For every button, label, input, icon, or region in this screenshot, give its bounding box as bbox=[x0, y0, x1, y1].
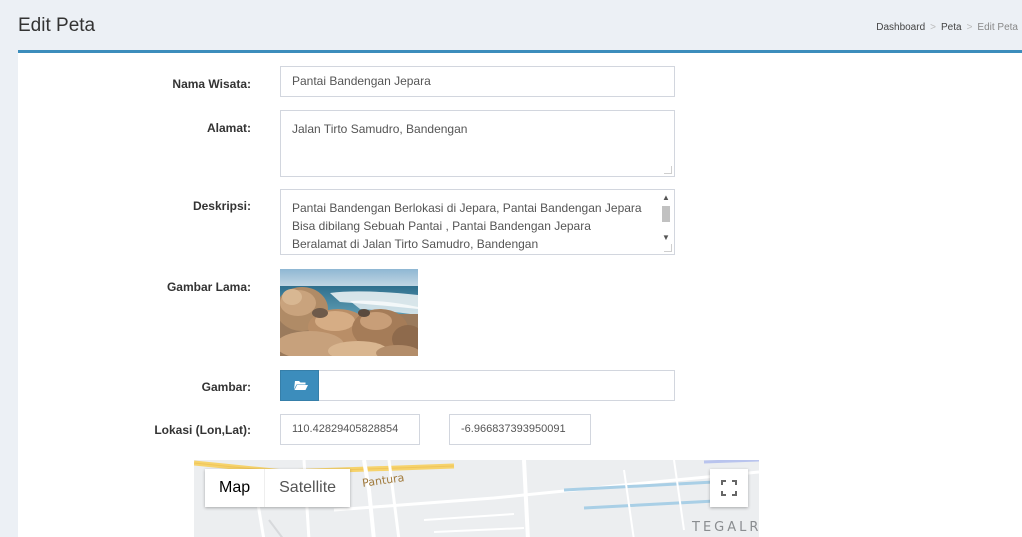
longitude-input[interactable]: 110.42829405828854 bbox=[280, 414, 420, 445]
page-title: Edit Peta bbox=[18, 15, 96, 36]
breadcrumb-peta[interactable]: Peta bbox=[941, 22, 962, 33]
breadcrumb-dashboard[interactable]: Dashboard bbox=[876, 22, 925, 33]
map-type-map-button[interactable]: Map bbox=[205, 469, 264, 507]
map-type-control: Map Satellite bbox=[205, 469, 351, 507]
alamat-text: Jalan Tirto Samudro, Bandengan bbox=[292, 122, 468, 136]
breadcrumb-separator: > bbox=[930, 22, 936, 33]
fullscreen-icon bbox=[721, 480, 737, 496]
breadcrumb: Dashboard > Peta > Edit Peta bbox=[876, 22, 1018, 33]
alamat-textarea[interactable]: Jalan Tirto Samudro, Bandengan bbox=[280, 110, 675, 177]
scroll-up-icon[interactable]: ▲ bbox=[660, 192, 672, 204]
latitude-input[interactable]: -6.966837393950091 bbox=[449, 414, 591, 445]
map-type-satellite-button[interactable]: Satellite bbox=[264, 469, 350, 507]
breadcrumb-edit-peta: Edit Peta bbox=[977, 22, 1018, 33]
nama-wisata-label: Nama Wisata: bbox=[172, 77, 251, 91]
map-label-tegal: TEGALR bbox=[692, 520, 759, 535]
browse-file-button[interactable] bbox=[280, 370, 319, 401]
alamat-label: Alamat: bbox=[206, 121, 251, 135]
gambar-lama-label: Gambar Lama: bbox=[166, 280, 251, 294]
scroll-down-icon[interactable]: ▼ bbox=[660, 232, 672, 244]
fullscreen-button[interactable] bbox=[710, 469, 748, 507]
nama-wisata-input[interactable]: Pantai Bandengan Jepara bbox=[280, 66, 675, 97]
breadcrumb-separator: > bbox=[966, 22, 973, 33]
deskripsi-textarea[interactable]: Pantai Bandengan Berlokasi di Jepara, Pa… bbox=[280, 189, 675, 255]
gambar-file-input[interactable] bbox=[280, 370, 675, 401]
gambar-label: Gambar: bbox=[201, 380, 251, 394]
deskripsi-label: Deskripsi: bbox=[192, 199, 251, 213]
deskripsi-scrollbar[interactable]: ▲ ▼ bbox=[660, 192, 672, 244]
resize-handle-icon[interactable] bbox=[664, 166, 672, 174]
scroll-thumb[interactable] bbox=[662, 206, 670, 222]
folder-open-icon bbox=[294, 381, 308, 390]
lokasi-label: Lokasi (Lon,Lat): bbox=[154, 423, 251, 437]
gambar-lama-image bbox=[280, 269, 418, 356]
page-header: Edit Peta Dashboard > Peta > Edit Peta bbox=[0, 0, 1022, 50]
location-map[interactable]: Pantura TEGALR Map Satellite bbox=[194, 460, 759, 537]
deskripsi-text: Pantai Bandengan Berlokasi di Jepara, Pa… bbox=[292, 201, 642, 251]
resize-handle-icon[interactable] bbox=[664, 244, 672, 252]
edit-form-box: Nama Wisata: Pantai Bandengan Jepara Ala… bbox=[18, 50, 1022, 537]
beach-rocks-image bbox=[280, 269, 418, 356]
